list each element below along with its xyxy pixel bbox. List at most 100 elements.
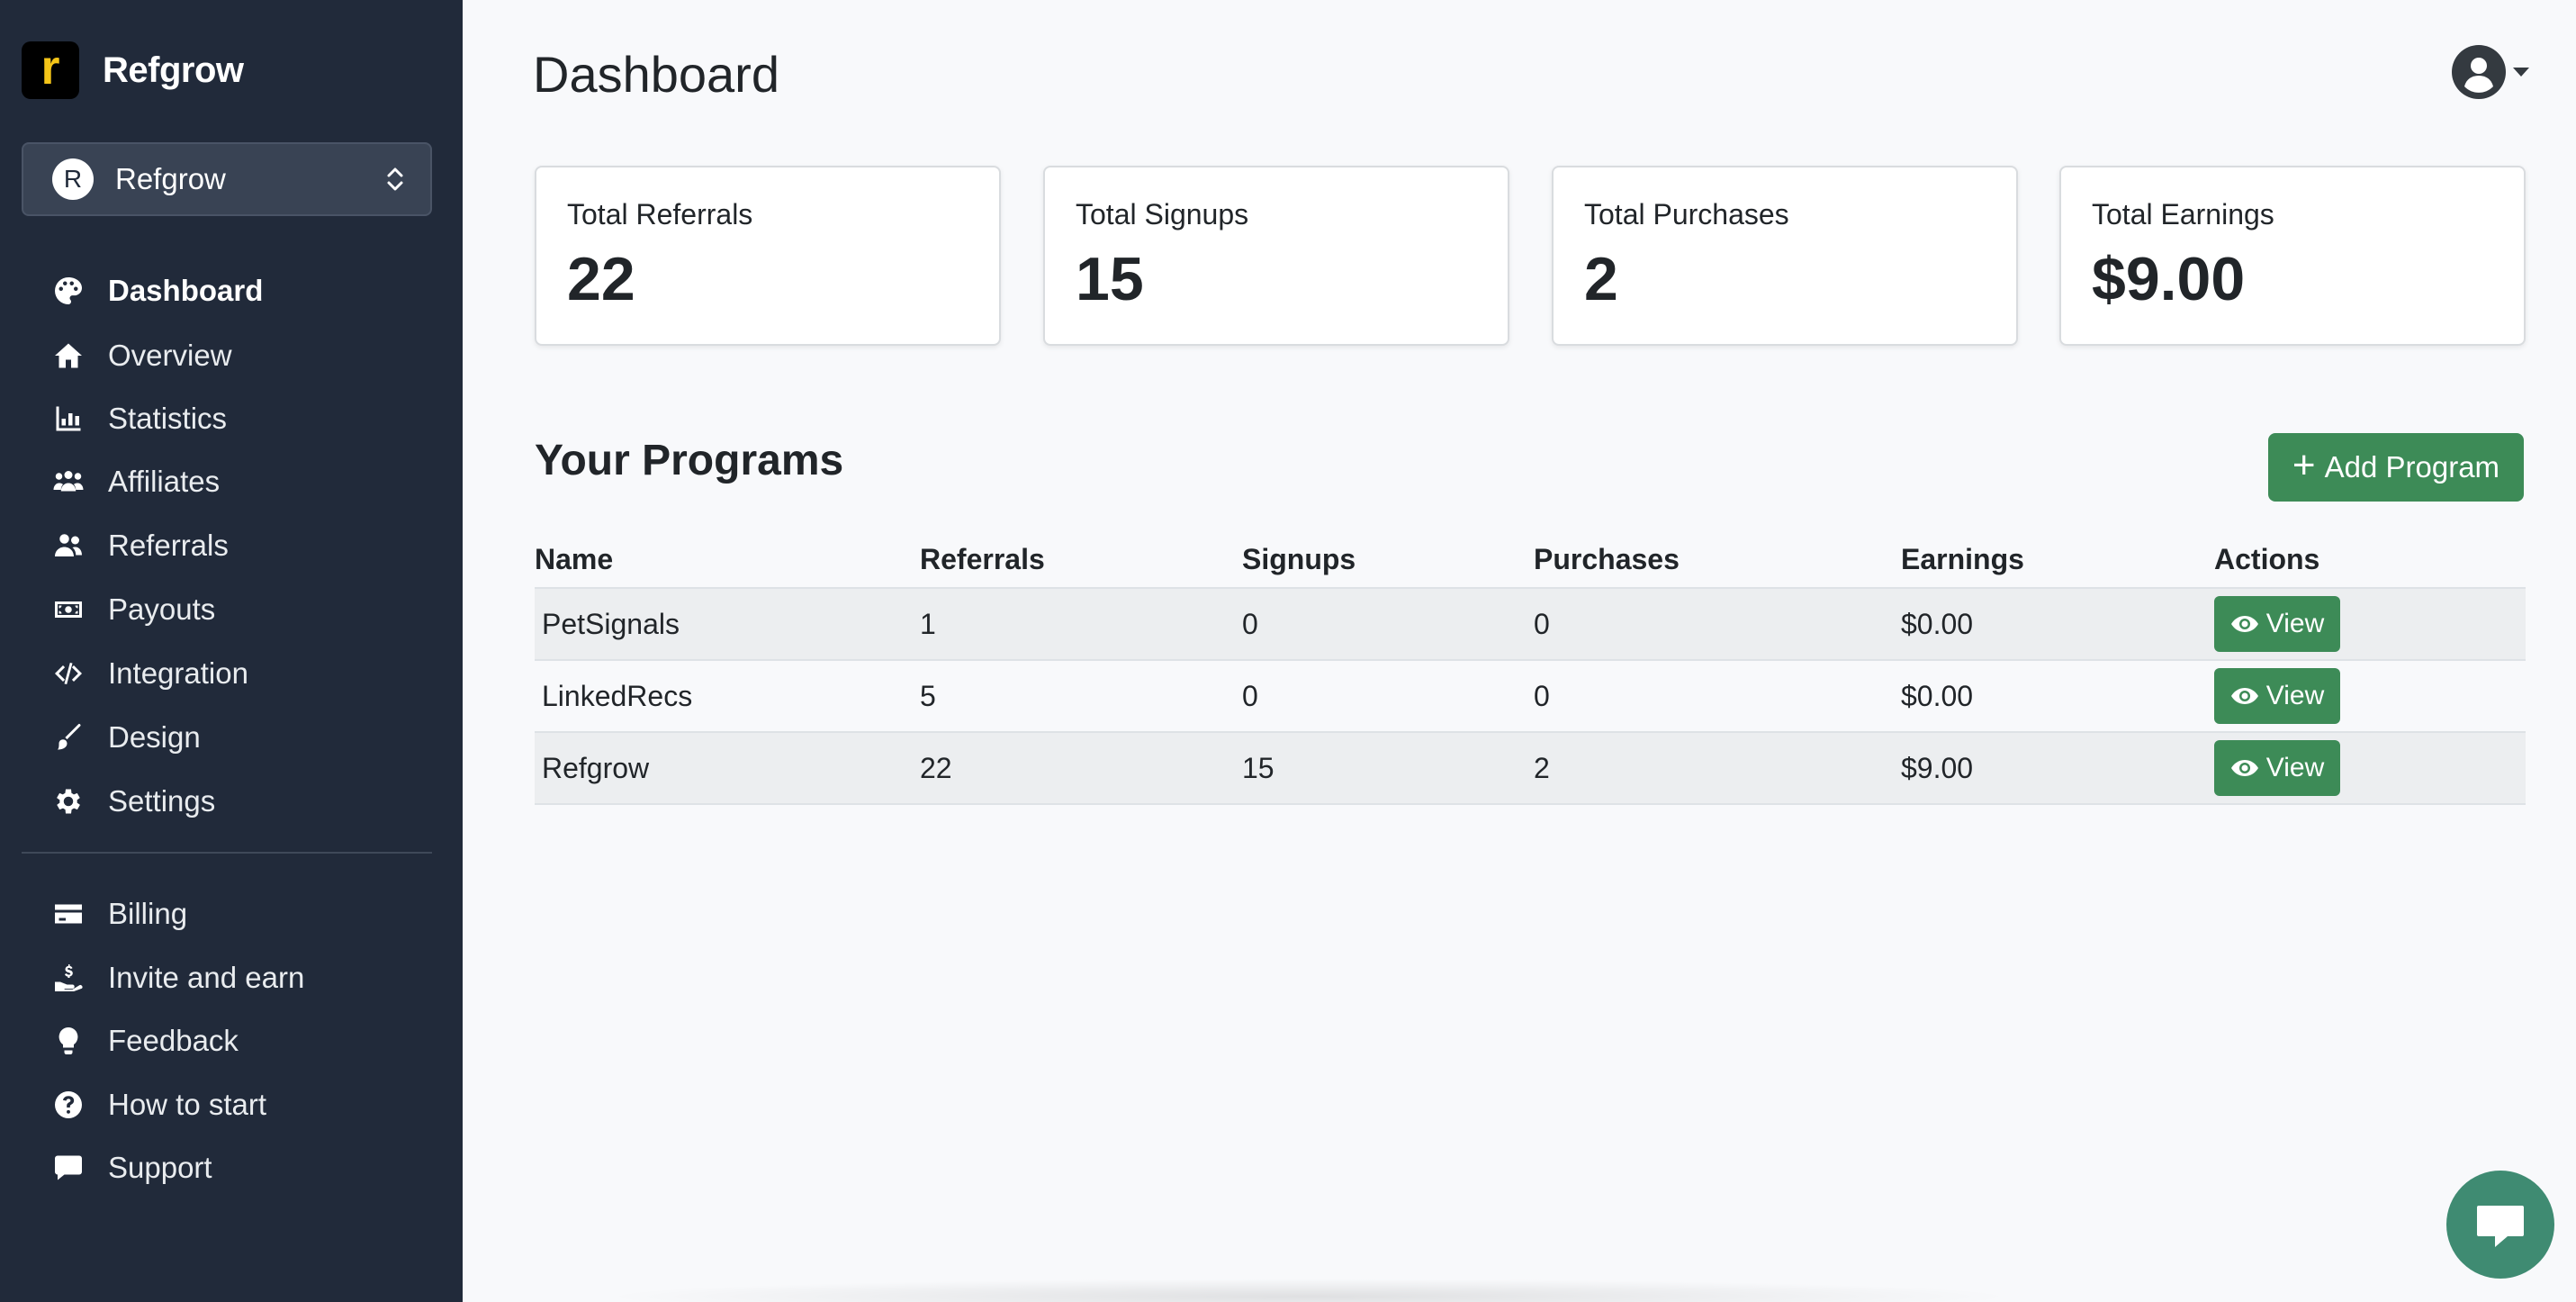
sidebar-item-label: Overview <box>108 339 232 372</box>
chat-bubble-icon <box>2477 1206 2524 1247</box>
view-program-button[interactable]: View <box>2214 596 2340 652</box>
view-button-label: View <box>2265 681 2325 710</box>
sidebar-item-label: Settings <box>108 784 216 818</box>
brand-logo: r <box>22 41 79 99</box>
sidebar-item-label: Billing <box>108 897 188 930</box>
page-title: Dashboard <box>533 46 779 103</box>
brand-name: Refgrow <box>103 50 244 90</box>
gear-icon <box>50 783 86 819</box>
column-header-referrals[interactable]: Referrals <box>920 528 1045 587</box>
sidebar-item-label: Design <box>108 720 201 754</box>
column-header-purchases[interactable]: Purchases <box>1534 528 1680 587</box>
user-menu[interactable] <box>2452 45 2529 99</box>
column-header-name[interactable]: Name <box>535 528 613 587</box>
chevron-up-down-icon <box>387 167 403 191</box>
caret-down-icon <box>2513 68 2529 77</box>
home-icon <box>50 338 86 374</box>
view-program-button[interactable]: View <box>2214 740 2340 796</box>
stat-value: 22 <box>567 245 635 313</box>
plus-icon: + <box>2292 443 2316 487</box>
sidebar-item-referrals[interactable]: Referrals <box>50 520 428 572</box>
cell-referrals: 1 <box>920 607 936 640</box>
stat-label: Total Referrals <box>567 198 753 231</box>
eye-icon <box>2230 760 2258 776</box>
chat-icon <box>50 1150 86 1186</box>
cell-purchases: 0 <box>1534 679 1550 712</box>
question-circle-icon <box>50 1087 86 1123</box>
stat-value: 15 <box>1076 245 1144 313</box>
programs-section-title: Your Programs <box>535 437 844 484</box>
add-program-label: Add Program <box>2324 450 2500 484</box>
cell-earnings: $0.00 <box>1901 679 1974 712</box>
program-switcher[interactable]: R Refgrow <box>22 142 432 216</box>
sidebar-item-feedback[interactable]: Feedback <box>50 1015 428 1067</box>
stat-label: Total Purchases <box>1584 198 1789 231</box>
program-switcher-label: Refgrow <box>115 162 226 195</box>
chat-widget-button[interactable] <box>2446 1171 2554 1279</box>
view-program-button[interactable]: View <box>2214 668 2340 724</box>
stat-card-total-signups: Total Signups 15 <box>1043 166 1509 346</box>
cell-earnings: $0.00 <box>1901 607 1974 640</box>
lightbulb-icon <box>50 1023 86 1059</box>
cell-signups: 15 <box>1242 751 1274 784</box>
cell-name: Refgrow <box>542 751 650 784</box>
credit-card-icon <box>50 896 86 932</box>
sidebar: r Refgrow R Refgrow Dashboard Overview S… <box>0 0 463 1302</box>
cell-signups: 0 <box>1242 607 1258 640</box>
money-icon <box>50 592 86 628</box>
sidebar-item-statistics[interactable]: Statistics <box>50 393 428 445</box>
bottom-shadow <box>598 1279 2020 1302</box>
sidebar-item-payouts[interactable]: Payouts <box>50 583 428 636</box>
sidebar-item-invite-and-earn[interactable]: Invite and earn <box>50 952 428 1004</box>
cell-earnings: $9.00 <box>1901 751 1974 784</box>
cell-referrals: 22 <box>920 751 952 784</box>
view-button-label: View <box>2265 753 2325 782</box>
stat-value: $9.00 <box>2092 245 2246 313</box>
table-row: PetSignals 1 0 0 $0.00 View <box>535 589 2526 661</box>
palette-icon <box>50 273 86 309</box>
programs-table: Name Referrals Signups Purchases Earning… <box>535 528 2526 805</box>
cell-referrals: 5 <box>920 679 936 712</box>
sidebar-item-label: How to start <box>108 1088 267 1121</box>
column-header-earnings[interactable]: Earnings <box>1901 528 2024 587</box>
eye-icon <box>2230 616 2258 632</box>
sidebar-item-support[interactable]: Support <box>50 1142 428 1194</box>
column-header-actions: Actions <box>2214 543 2320 575</box>
add-program-button[interactable]: + Add Program <box>2268 433 2524 502</box>
table-header: Name Referrals Signups Purchases Earning… <box>535 528 2526 589</box>
sidebar-item-design[interactable]: Design <box>50 711 428 764</box>
cell-name: PetSignals <box>542 607 680 640</box>
brand[interactable]: r Refgrow <box>22 41 244 99</box>
table-row: Refgrow 22 15 2 $9.00 View <box>535 733 2526 805</box>
stat-label: Total Signups <box>1076 198 1249 231</box>
sidebar-item-label: Dashboard <box>108 274 264 307</box>
stat-card-total-referrals: Total Referrals 22 <box>535 166 1001 346</box>
sidebar-item-label: Referrals <box>108 529 229 562</box>
sidebar-item-dashboard[interactable]: Dashboard <box>50 265 428 317</box>
sidebar-item-affiliates[interactable]: Affiliates <box>50 456 428 508</box>
brush-icon <box>50 719 86 755</box>
sidebar-item-settings[interactable]: Settings <box>50 775 428 827</box>
sidebar-item-integration[interactable]: Integration <box>50 647 428 700</box>
program-avatar: R <box>52 158 94 200</box>
users-icon <box>50 464 86 500</box>
sidebar-item-overview[interactable]: Overview <box>50 330 428 382</box>
sidebar-item-label: Feedback <box>108 1024 239 1057</box>
user-avatar-icon <box>2452 45 2506 99</box>
main-content: Dashboard Total Referrals 22 Total Signu… <box>463 0 2576 1302</box>
stat-card-total-purchases: Total Purchases 2 <box>1552 166 2018 346</box>
sidebar-item-how-to-start[interactable]: How to start <box>50 1079 428 1131</box>
sidebar-item-label: Support <box>108 1151 212 1184</box>
user-group-icon <box>50 528 86 564</box>
cell-actions: View <box>2214 733 2340 803</box>
sidebar-item-label: Payouts <box>108 592 216 626</box>
cell-signups: 0 <box>1242 679 1258 712</box>
column-header-signups[interactable]: Signups <box>1242 528 1356 587</box>
sidebar-item-billing[interactable]: Billing <box>50 888 428 940</box>
brand-logo-letter: r <box>41 41 60 95</box>
cell-actions: View <box>2214 589 2340 659</box>
sidebar-item-label: Integration <box>108 656 248 690</box>
sidebar-item-label: Invite and earn <box>108 961 305 994</box>
cell-name: LinkedRecs <box>542 679 693 712</box>
eye-icon <box>2230 688 2258 704</box>
